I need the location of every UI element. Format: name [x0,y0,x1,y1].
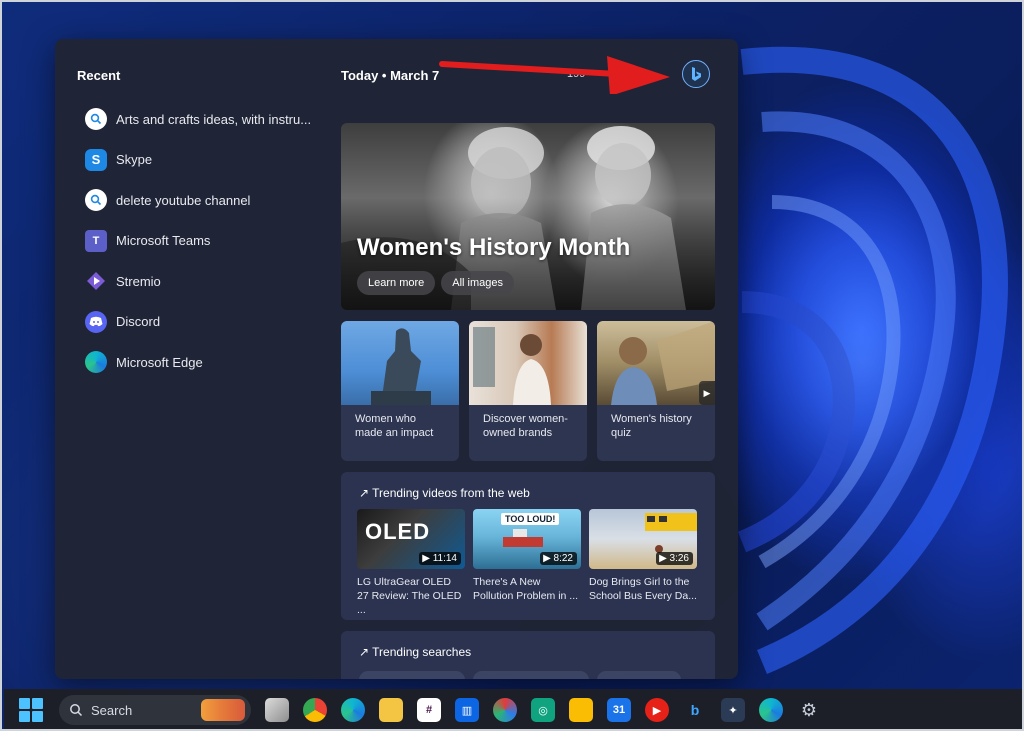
recent-item-delete-youtube[interactable]: delete youtube channel [85,180,325,221]
recent-item-label: delete youtube channel [116,192,251,208]
hero-title: Women's History Month [357,234,631,261]
recent-item-stremio[interactable]: Stremio [85,261,325,302]
taskbar-search[interactable]: Search [59,695,251,725]
edge-icon [85,351,107,374]
video-thumbnail: ▶ 3:26 [589,509,697,569]
card-caption: Women's history quiz [611,413,692,439]
recent-item-label: Skype [116,152,153,168]
desktop: Recent Arts and crafts ideas, with instr… [0,0,1024,731]
stremio-icon [85,270,107,292]
search-icon [70,704,83,717]
keep-icon[interactable] [569,698,593,722]
search-chip[interactable] [597,671,681,679]
folder-icon[interactable] [379,698,403,722]
trending-videos: ↗ Trending videos from the web OLED ▶ 11… [341,472,715,620]
recent-item-discord[interactable]: Discord [85,302,325,343]
recent-list: Arts and crafts ideas, with instru... S … [85,99,325,383]
search-chip[interactable] [473,671,589,679]
today-date: Today • March 7 [341,68,440,83]
trending-searches: ↗ Trending searches [341,631,715,679]
recent-item-label: Discord [116,314,161,330]
edge-icon[interactable] [341,698,365,722]
video-caption: Dog Brings Girl to the School Bus Every … [589,576,697,602]
search-chip[interactable] [359,671,465,679]
card-thumbnail [341,321,459,405]
trending-videos-title: ↗ Trending videos from the web [359,486,530,500]
trending-searches-title: ↗ Trending searches [359,645,472,659]
youtube-music-icon[interactable]: ▶ [645,698,669,722]
learn-more-button[interactable]: Learn more [357,271,436,295]
bing-chat-button[interactable] [682,60,710,88]
recent-item-label: Microsoft Edge [116,354,203,370]
recent-heading: Recent [77,68,121,83]
taskbar: Search # ▥ ◎ 31 ▶ b ✦ ⚙ [4,689,1022,729]
bing-icon[interactable]: b [683,698,707,722]
video-thumbnail: TOO LOUD! ▶ 8:22 [473,509,581,569]
video-caption: LG UltraGear OLED 27 Review: The OLED ..… [357,576,462,616]
recent-item-label: Microsoft Teams [116,233,211,249]
resolve-icon[interactable]: ✦ [721,698,745,722]
search-panel: Recent Arts and crafts ideas, with instr… [55,39,738,679]
video-duration: ▶ 11:14 [419,552,461,565]
card-women-impact[interactable]: Women who made an impact [341,321,459,461]
recent-item-teams[interactable]: T Microsoft Teams [85,221,325,262]
start-button[interactable] [19,698,43,722]
davinci-icon[interactable] [493,698,517,722]
card-thumbnail [469,321,587,405]
teams-icon: T [85,229,107,252]
hero-actions: Learn more All images [357,271,515,295]
video-duration: ▶ 3:26 [656,552,693,565]
calendar-icon[interactable]: 31 [607,698,631,722]
card-women-brands[interactable]: Discover women-owned brands [469,321,587,461]
search-icon [85,108,107,131]
recent-item-skype[interactable]: S Skype [85,140,325,181]
all-images-button[interactable]: All images [441,271,515,295]
video-thumb-text: OLED [365,519,431,544]
hero-banner[interactable]: Women's History Month Learn more All ima… [341,123,715,310]
settings-icon[interactable]: ⚙ [797,698,821,722]
chrome-icon[interactable] [303,698,327,722]
skype-icon: S [85,148,107,171]
video-item[interactable]: ▶ 3:26 Dog Brings Girl to the School Bus… [589,509,697,617]
discord-icon [85,310,107,333]
video-duration: ▶ 8:22 [540,552,577,565]
taskbar-apps: # ▥ ◎ 31 ▶ b ✦ ⚙ [265,698,821,722]
chatgpt-icon[interactable]: ◎ [531,698,555,722]
edge-dev-icon[interactable] [759,698,783,722]
slack-icon[interactable]: # [417,698,441,722]
video-thumbnail: OLED ▶ 11:14 [357,509,465,569]
feature-cards: Women who made an impact Discover women-… [341,321,715,461]
annotation-arrow [439,56,670,94]
bing-icon [692,67,701,81]
recent-item-label: Arts and crafts ideas, with instru... [116,111,312,127]
recent-item-label: Stremio [116,273,161,289]
search-icon [85,189,107,212]
card-caption: Discover women-owned brands [483,413,568,439]
card-caption: Women who made an impact [355,413,434,439]
card-history-quiz[interactable]: Women's history quiz ▶ [597,321,715,461]
video-item[interactable]: OLED ▶ 11:14 LG UltraGear OLED 27 Review… [357,509,465,617]
trello-icon[interactable]: ▥ [455,698,479,722]
search-highlight-icon [201,699,245,721]
chevron-right-icon[interactable]: ▶ [699,381,715,405]
search-chips [359,671,681,679]
card-thumbnail [597,321,715,405]
taskbar-search-label: Search [91,702,133,718]
recent-item-arts-crafts[interactable]: Arts and crafts ideas, with instru... [85,99,325,140]
video-caption: There's A New Pollution Problem in ... [473,576,579,602]
video-list: OLED ▶ 11:14 LG UltraGear OLED 27 Review… [357,509,697,617]
recent-item-edge[interactable]: Microsoft Edge [85,342,325,383]
file-explorer-icon[interactable] [265,698,289,722]
video-item[interactable]: TOO LOUD! ▶ 8:22 There's A New Pollution… [473,509,581,617]
